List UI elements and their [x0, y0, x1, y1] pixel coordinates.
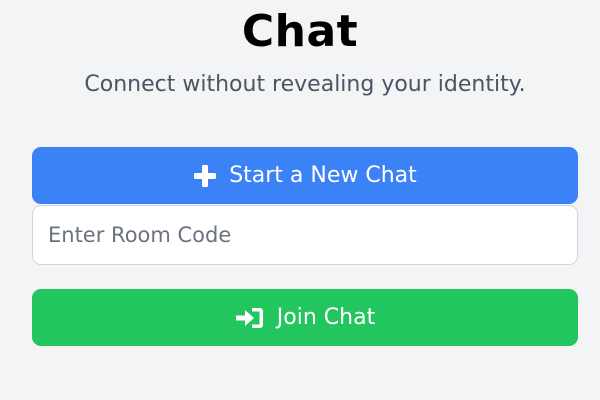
page-subtitle: Connect without revealing your identity.: [84, 72, 526, 97]
sign-in-icon: [235, 306, 265, 330]
chat-landing-page: Chat Connect without revealing your iden…: [0, 0, 600, 400]
page-title: Chat: [241, 6, 359, 57]
join-chat-label: Join Chat: [276, 305, 376, 330]
start-new-chat-label: Start a New Chat: [229, 163, 417, 188]
plus-icon: [193, 164, 217, 188]
room-code-input[interactable]: [32, 205, 578, 265]
join-chat-button[interactable]: Join Chat: [32, 289, 578, 346]
start-new-chat-button[interactable]: Start a New Chat: [32, 147, 578, 204]
